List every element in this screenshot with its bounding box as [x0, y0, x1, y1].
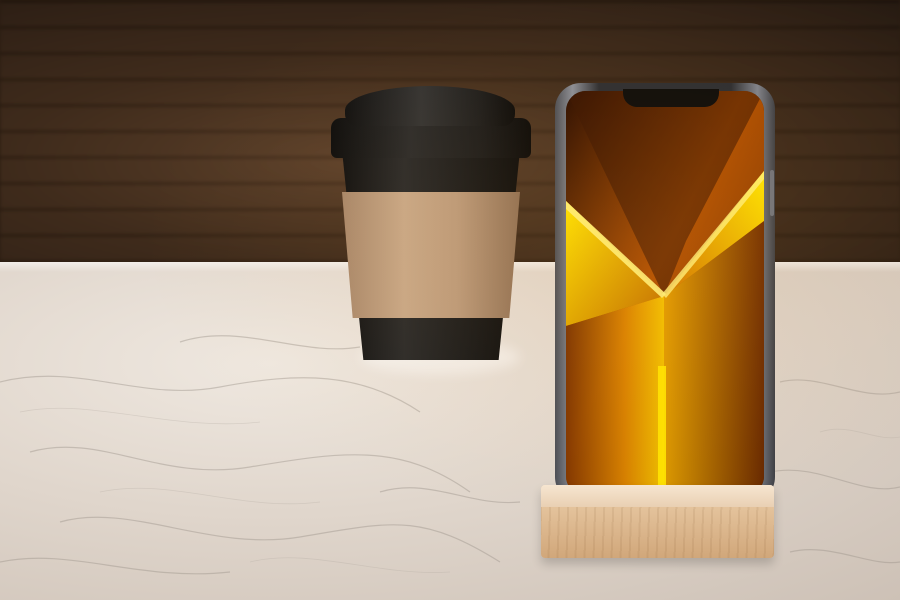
phone-notch [623, 89, 719, 107]
photo-scene [0, 0, 900, 600]
coffee-cup-lid-top [345, 86, 515, 126]
wooden-stand-top-face [541, 485, 774, 507]
phone-screen [566, 91, 764, 496]
wallpaper-artwork [566, 91, 764, 496]
phone-side-button [770, 170, 774, 216]
coffee-cup-sleeve [342, 192, 520, 318]
